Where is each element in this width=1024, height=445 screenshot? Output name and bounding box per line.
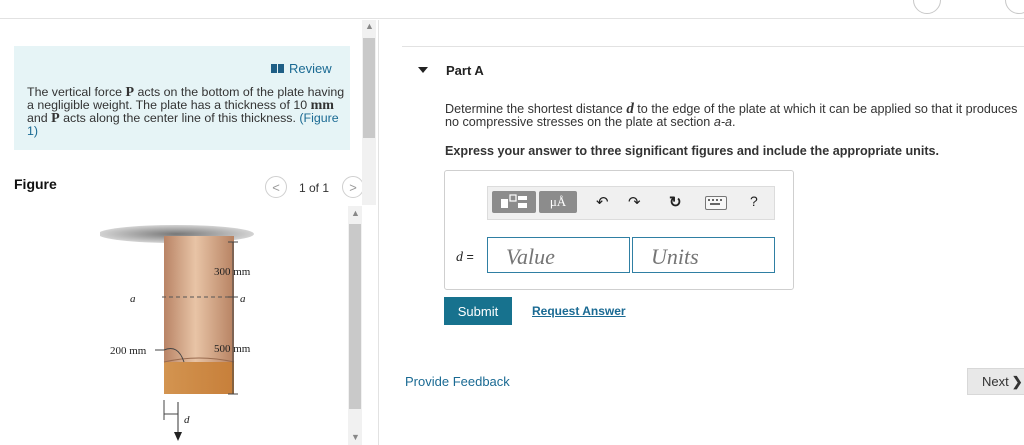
next-button-label: Next xyxy=(982,374,1009,389)
units-button[interactable]: μÅ xyxy=(539,191,577,213)
top-nav-button[interactable] xyxy=(1005,0,1024,14)
reset-icon[interactable]: ↻ xyxy=(669,193,682,211)
scroll-up-icon[interactable]: ▲ xyxy=(351,208,360,218)
book-icon xyxy=(271,64,284,73)
answer-instructions: Express your answer to three significant… xyxy=(445,144,940,158)
chevron-right-icon: ❯ xyxy=(1011,373,1023,389)
prev-figure-button[interactable]: < xyxy=(265,176,287,198)
undo-icon[interactable]: ↶ xyxy=(596,193,609,211)
units-icon: μÅ xyxy=(549,194,567,209)
templates-button[interactable] xyxy=(492,191,536,213)
keyboard-icon[interactable] xyxy=(705,196,727,210)
dim-label-500: 500 mm xyxy=(214,343,251,355)
figure-pager: 1 of 1 xyxy=(299,181,330,195)
review-link[interactable]: Review xyxy=(271,61,332,76)
problem-scrollbar-thumb[interactable] xyxy=(363,38,375,138)
section-label-left: a xyxy=(130,293,136,305)
review-label: Review xyxy=(289,61,332,76)
top-nav-button[interactable] xyxy=(913,0,941,14)
templates-icon xyxy=(501,194,527,208)
question-text: Determine the shortest distance d to the… xyxy=(445,101,1018,129)
provide-feedback-link[interactable]: Provide Feedback xyxy=(405,374,510,389)
answer-variable-label: d = xyxy=(456,250,474,265)
value-input[interactable] xyxy=(487,237,630,273)
section-label-right: a xyxy=(240,293,246,305)
problem-text: The vertical force P acts on the bottom … xyxy=(27,85,345,138)
help-icon[interactable]: ? xyxy=(750,193,758,209)
plate-figure: 300 mm a a 200 mm 500 mm d xyxy=(100,225,254,441)
scroll-up-icon[interactable]: ▲ xyxy=(365,21,374,31)
header-divider xyxy=(0,18,1024,19)
column-divider xyxy=(378,20,379,445)
plate-lower xyxy=(164,362,234,394)
part-a-title[interactable]: Part A xyxy=(446,63,484,78)
figure-scrollbar-thumb[interactable] xyxy=(349,224,361,409)
scroll-down-icon[interactable]: ▼ xyxy=(351,432,360,442)
chevron-right-icon: > xyxy=(349,179,357,195)
request-answer-link[interactable]: Request Answer xyxy=(532,304,626,318)
dim-label-200: 200 mm xyxy=(110,345,147,357)
part-divider xyxy=(402,46,1024,47)
redo-icon[interactable]: ↷ xyxy=(628,193,641,211)
figure-title: Figure xyxy=(14,176,57,192)
next-button[interactable]: Next ❯ xyxy=(967,368,1024,395)
caret-down-icon[interactable] xyxy=(418,67,428,73)
chevron-left-icon: < xyxy=(272,179,280,195)
distance-label-d: d xyxy=(184,414,190,426)
units-input[interactable] xyxy=(632,237,775,273)
next-figure-button[interactable]: > xyxy=(342,176,364,198)
dim-label-300: 300 mm xyxy=(214,266,251,278)
submit-button[interactable]: Submit xyxy=(444,297,512,325)
